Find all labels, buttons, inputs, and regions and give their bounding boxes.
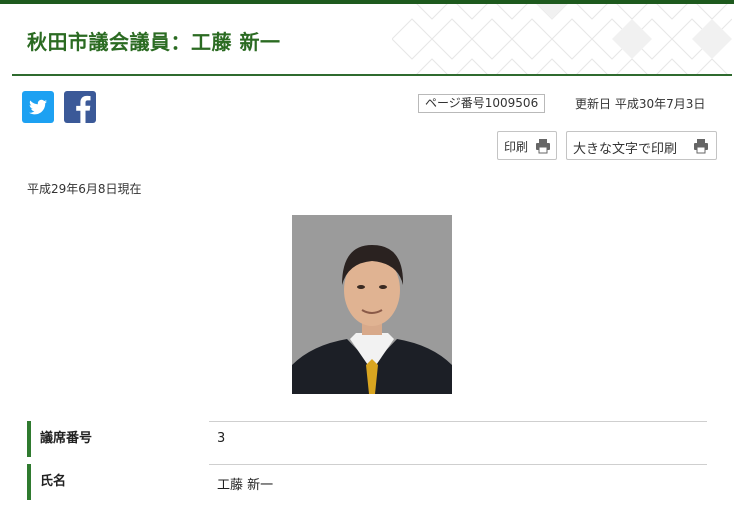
facebook-share-button[interactable] (64, 91, 96, 123)
page-number: ページ番号1009506 (418, 94, 546, 113)
large-text-print-label: 大きな文字で印刷 (573, 141, 678, 156)
name-label: 氏名 (27, 464, 197, 500)
print-button[interactable]: 印刷 (497, 131, 557, 160)
seat-number-value: 3 (217, 431, 226, 446)
printer-icon (694, 139, 708, 154)
large-text-print-button[interactable]: 大きな文字で印刷 (566, 131, 717, 160)
header-decorative-pattern (392, 4, 732, 74)
seat-number-label: 議席番号 (27, 421, 197, 457)
councilor-photo (292, 215, 452, 394)
twitter-icon (29, 99, 47, 115)
facebook-icon (76, 95, 91, 123)
printer-icon (536, 139, 550, 154)
as-of-date: 平成29年6月8日現在 (27, 182, 142, 196)
name-value: 工藤 新一 (217, 478, 274, 493)
print-label: 印刷 (504, 140, 529, 154)
page-title: 秋田市議会議員：工藤 新一 (27, 30, 281, 54)
last-updated-date: 更新日 平成30年7月3日 (575, 97, 706, 111)
table-divider (209, 421, 707, 422)
table-divider (209, 464, 707, 465)
page-header: 秋田市議会議員：工藤 新一 (12, 4, 732, 76)
portrait-image (292, 215, 452, 394)
twitter-share-button[interactable] (22, 91, 54, 123)
